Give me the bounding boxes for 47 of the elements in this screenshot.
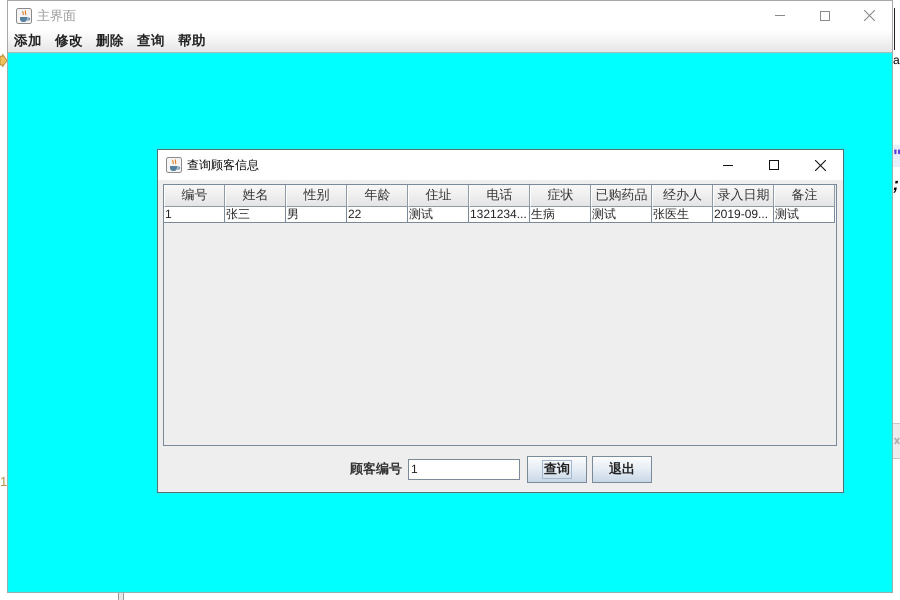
- column-header: 年龄: [347, 185, 408, 207]
- column-header: 电话: [469, 185, 530, 207]
- column-header: 住址: [408, 185, 469, 207]
- close-icon: [864, 10, 875, 21]
- table-cell: 张三: [225, 207, 286, 223]
- arrow-icon: [0, 54, 7, 67]
- table-cell: 测试: [774, 207, 835, 223]
- background-text: a: [893, 53, 900, 67]
- exit-button[interactable]: 退出: [592, 456, 652, 482]
- window-title: 主界面: [37, 8, 76, 24]
- table-cell: 测试: [591, 207, 652, 223]
- dialog-title: 查询顾客信息: [187, 156, 259, 174]
- table-cell: 生病: [530, 207, 591, 223]
- cup-icon: [166, 157, 182, 173]
- column-header: 姓名: [225, 185, 286, 207]
- menu-item[interactable]: 修改: [49, 31, 89, 51]
- maximize-icon: [769, 160, 779, 170]
- menu-item[interactable]: 帮助: [172, 31, 212, 51]
- customer-id-field[interactable]: 1: [408, 458, 520, 480]
- table-cell: 1321234...: [469, 207, 530, 223]
- menu-item[interactable]: 删除: [90, 31, 130, 51]
- search-button[interactable]: 查询: [527, 456, 587, 482]
- table-cell: 22: [347, 207, 408, 223]
- table-cell: 张医生: [652, 207, 713, 223]
- column-header: 已购药品: [591, 185, 652, 207]
- table-cell: 1: [164, 207, 225, 223]
- minimize-icon: [723, 164, 733, 166]
- background-text: ;: [893, 174, 899, 194]
- column-header: 备注: [774, 185, 835, 207]
- menu-item[interactable]: 添加: [8, 31, 48, 51]
- menu-item[interactable]: 查询: [131, 31, 171, 51]
- column-header: 录入日期: [713, 185, 774, 207]
- close-icon: [814, 160, 826, 170]
- column-header: 症状: [530, 185, 591, 207]
- maximize-icon: [820, 10, 830, 20]
- field-label: 顾客编号: [350, 460, 402, 478]
- column-header: 编号: [164, 185, 225, 207]
- column-header: 经办人: [652, 185, 713, 207]
- background-text: 1: [0, 475, 8, 489]
- table-cell: 男: [286, 207, 347, 223]
- panel-edge: [118, 593, 124, 600]
- table-row[interactable]: 1 张三 男 22 测试 1321234... 生病 测试 张医生 2019-09... 测试: [164, 207, 836, 223]
- table-cell: 测试: [408, 207, 469, 223]
- minimize-icon: [774, 15, 784, 16]
- table-cell: 2019-09...: [713, 207, 774, 223]
- column-header: 性别: [286, 185, 347, 207]
- cup-icon: [16, 8, 32, 24]
